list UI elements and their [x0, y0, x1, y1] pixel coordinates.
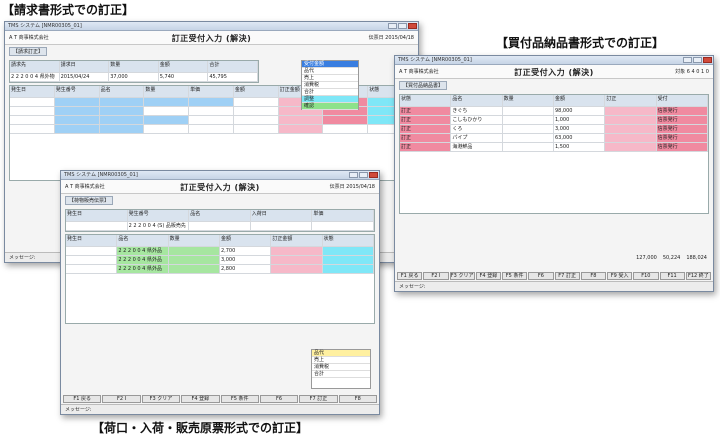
product-name[interactable]: くろ [451, 125, 503, 133]
f9-button[interactable]: F9 受入 [607, 272, 633, 280]
window-title-bar: TMS システム [NMR00305_01] [395, 56, 713, 65]
window-title: TMS システム [NMR00305_01] [8, 23, 82, 29]
function-key-bar: F1 戻る F2 Ⅰ F3 クリア F4 登録 F5 条件 F6 F7 訂正 F8 [61, 395, 379, 404]
f1-button[interactable]: F1 戻る [397, 272, 423, 280]
product-row[interactable]: 2 2 2 0 0 4 県外品 [117, 265, 169, 273]
maximize-button[interactable] [398, 23, 407, 29]
header-item[interactable]: 2 2 2 0 0 4 (S) 品販売先 名 A [128, 222, 190, 230]
row-amount: 3,000 [220, 256, 272, 264]
f5-button[interactable]: F5 条件 [220, 395, 259, 403]
product-value: 1,500 [554, 143, 606, 151]
message-bar: メッセージ: [61, 404, 379, 414]
product-name[interactable]: こしもひかり [451, 116, 503, 124]
f7-button[interactable]: F7 訂正 [554, 272, 580, 280]
f10-button[interactable]: F10 [633, 272, 659, 280]
caption-purchase: 【買付品納品書形式での訂正】 [496, 36, 665, 50]
minimize-button[interactable] [349, 172, 358, 178]
f12-button[interactable]: F12 終了 [685, 272, 711, 280]
f7-button[interactable]: F7 訂正 [299, 395, 338, 403]
product-name[interactable]: きぐち [451, 107, 503, 115]
product-value: 98,000 [554, 107, 606, 115]
product-value: 1,000 [554, 116, 606, 124]
window-purchase: TMS システム [NMR00305_01] A T 商事株式会社 訂正受付入力… [394, 55, 714, 292]
mode-label: 【荷物販売伝票】 [65, 196, 114, 205]
mode-label: 【請求訂正】 [9, 47, 48, 56]
issue-slip-button[interactable]: 信票発行 [656, 116, 708, 124]
summary-panel: 品代 売上 消費税 合計 [311, 349, 371, 389]
window-title-bar: TMS システム [NMR00305_01] [61, 171, 379, 180]
purchase-totals: 127,000 50,224 188,024 [636, 255, 707, 261]
maximize-button[interactable] [693, 57, 702, 63]
f2-button[interactable]: F2 Ⅰ [102, 395, 141, 403]
message-bar: メッセージ: [395, 281, 713, 291]
loading-detail-grid: 発生日 品名 数量 金額 訂正金額 状態 2 2 2 0 0 4 県外品 2,700 2 2… [65, 234, 375, 324]
f4-button[interactable]: F4 登録 [181, 395, 220, 403]
invoice-header-grid: 請求先 請求日 数量 金額 合計 2 2 2 0 0 4 県外物 2015/04/24 37… [9, 60, 259, 83]
caption-loading: 【荷口・入荷・販売原票形式での訂正】 [92, 421, 309, 435]
f3-button[interactable]: F3 クリア [141, 395, 181, 403]
invoice-total-cell[interactable]: 45,795 [208, 73, 258, 81]
product-value: 3,000 [554, 125, 606, 133]
loading-header-grid: 発生日発生番号品名入荷日単価 2 2 2 0 0 4 (S) 品販売先 名 A [65, 209, 375, 232]
row-amount: 2,800 [220, 265, 272, 273]
summary-panel: 受付金額 品代 売上 消費税 合計 調整 確認 [301, 60, 359, 110]
close-button[interactable] [369, 172, 378, 178]
minimize-button[interactable] [388, 23, 397, 29]
row-amount: 2,700 [220, 247, 272, 255]
f6-button[interactable]: F6 [528, 272, 554, 280]
f5-button[interactable]: F5 条件 [502, 272, 528, 280]
f11-button[interactable]: F11 [659, 272, 685, 280]
f8-button[interactable]: F8 [580, 272, 606, 280]
product-row[interactable]: 2 2 2 0 0 4 県外品 [117, 256, 169, 264]
close-button[interactable] [703, 57, 712, 63]
product-row[interactable]: 2 2 2 0 0 4 県外品 [117, 247, 169, 255]
minimize-button[interactable] [683, 57, 692, 63]
f1-button[interactable]: F1 戻る [63, 395, 102, 403]
issue-slip-button[interactable]: 信票発行 [656, 143, 708, 151]
purchase-grid: 状態 品名 数量 金額 訂正 受付 訂正 きぐち 98,000 信票発行 訂正 こしもひかり 1,0… [399, 94, 709, 214]
window-loading: TMS システム [NMR00305_01] A T 商事株式会社 訂正受付入力… [60, 170, 380, 415]
register-date: 伝票日 2015/04/18 [329, 184, 375, 190]
function-key-bar: F1 戻る F2 Ⅰ F3 クリア F4 登録 F5 条件 F6 F7 訂正 F8 F9 受入 F… [395, 272, 713, 281]
issue-slip-button[interactable]: 信票発行 [656, 134, 708, 142]
maximize-button[interactable] [359, 172, 368, 178]
close-button[interactable] [408, 23, 417, 29]
invoice-date-cell[interactable]: 2015/04/24 [60, 73, 110, 81]
mode-label: 【買付品納品書】 [399, 81, 448, 90]
product-value: 63,000 [554, 134, 606, 142]
window-title: TMS システム [NMR00305_01] [398, 57, 472, 63]
form-title: 訂正受付入力 (解決) [514, 68, 594, 77]
f2-button[interactable]: F2 Ⅰ [423, 272, 449, 280]
register-date: 伝票日 2015/04/18 [368, 35, 414, 41]
f6-button[interactable]: F6 [259, 395, 299, 403]
issue-slip-button[interactable]: 信票発行 [656, 107, 708, 115]
window-title-bar: TMS システム [NMR00305_01] [5, 22, 418, 31]
product-name[interactable]: パイプ [451, 134, 503, 142]
f4-button[interactable]: F4 登録 [475, 272, 501, 280]
issue-slip-button[interactable]: 信票発行 [656, 125, 708, 133]
invoice-no-cell[interactable]: 2 2 2 0 0 4 県外物 [10, 73, 60, 81]
invoice-amount-cell[interactable]: 5,740 [159, 73, 209, 81]
window-title: TMS システム [NMR00305_01] [64, 172, 138, 178]
invoice-qty-cell[interactable]: 37,000 [109, 73, 159, 81]
f8-button[interactable]: F8 [338, 395, 377, 403]
product-name[interactable]: 海港鮮品 [451, 143, 503, 151]
f3-button[interactable]: F3 クリア [449, 272, 475, 280]
caption-invoice: 【請求書形式での訂正】 [2, 3, 135, 17]
form-title: 訂正受付入力 (解決) [171, 34, 252, 43]
slip-number: 対象 6 4 0 1 0 [675, 69, 709, 75]
